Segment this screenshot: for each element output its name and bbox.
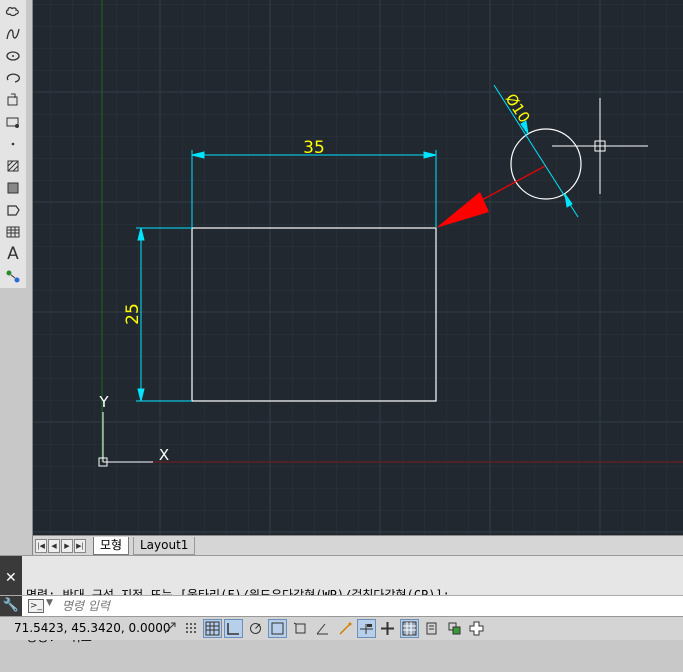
prev-tab-icon[interactable]: ◀ bbox=[48, 539, 60, 553]
first-tab-icon[interactable]: |◀ bbox=[35, 539, 47, 553]
coordinate-readout: 71.5423, 45.3420, 0.0000 bbox=[14, 621, 171, 635]
selection-cycling-icon[interactable] bbox=[445, 619, 464, 638]
transparency-icon[interactable] bbox=[400, 619, 419, 638]
last-tab-icon[interactable]: ▶| bbox=[74, 539, 86, 553]
grid-display-icon[interactable] bbox=[203, 619, 222, 638]
lineweight-icon[interactable] bbox=[378, 619, 397, 638]
insert-block-icon[interactable] bbox=[2, 89, 24, 110]
add-selected-icon[interactable] bbox=[2, 265, 24, 286]
tab-layout1[interactable]: Layout1 bbox=[133, 537, 196, 555]
polar-tracking-icon[interactable] bbox=[246, 619, 265, 638]
gradient-icon[interactable] bbox=[2, 177, 24, 198]
drawing-canvas[interactable]: 35 25 Ø10 Y X bbox=[33, 0, 683, 535]
3d-object-snap-icon[interactable] bbox=[291, 619, 310, 638]
hatch-icon[interactable] bbox=[2, 155, 24, 176]
annotation-monitor-icon[interactable] bbox=[467, 619, 486, 638]
ellipse-arc-icon[interactable] bbox=[2, 67, 24, 88]
snap-mode-icon[interactable] bbox=[182, 619, 201, 638]
command-window-grip[interactable]: ✕ bbox=[0, 556, 22, 596]
quick-properties-icon[interactable] bbox=[422, 619, 441, 638]
command-input-row: 🔧 >_ ▼ bbox=[0, 595, 683, 616]
command-history: ✕ 명령: 반대 구석 지정 또는 [울타리(F)/윈도우다각형(WP)/걸침다… bbox=[0, 555, 683, 644]
chevron-down-icon[interactable]: ▼ bbox=[46, 598, 53, 608]
make-block-icon[interactable] bbox=[2, 111, 24, 132]
ellipse-icon[interactable] bbox=[2, 45, 24, 66]
tab-model[interactable]: 모형 bbox=[93, 537, 130, 555]
command-input[interactable] bbox=[60, 597, 664, 615]
multiline-text-icon[interactable]: A bbox=[2, 243, 24, 264]
layout-tab-bar: |◀ ◀ ▶ ▶| 모형 Layout1 bbox=[33, 535, 683, 556]
ortho-mode-icon[interactable] bbox=[224, 619, 243, 638]
dim-text-25: 25 bbox=[123, 303, 143, 325]
dynamic-input-icon[interactable] bbox=[357, 619, 376, 638]
table-icon[interactable] bbox=[2, 221, 24, 242]
wrench-icon[interactable]: 🔧 bbox=[0, 596, 22, 616]
dim-text-35: 35 bbox=[303, 138, 325, 158]
canvas-left-border bbox=[26, 0, 33, 555]
command-prompt-icon[interactable]: >_ bbox=[28, 599, 44, 613]
toolbar-dock bbox=[0, 288, 26, 555]
close-icon[interactable]: ✕ bbox=[5, 570, 17, 586]
region-icon[interactable] bbox=[2, 199, 24, 220]
object-snap-tracking-icon[interactable] bbox=[313, 619, 332, 638]
revision-cloud-icon[interactable] bbox=[2, 1, 24, 22]
infer-constraints-icon[interactable] bbox=[161, 619, 180, 638]
draw-toolbar: A bbox=[0, 0, 27, 288]
grid bbox=[33, 0, 683, 535]
object-snap-icon[interactable] bbox=[268, 619, 287, 638]
point-icon[interactable] bbox=[2, 133, 24, 154]
status-bar: 71.5423, 45.3420, 0.0000 bbox=[0, 616, 683, 640]
ucs-y-label: Y bbox=[98, 393, 109, 411]
next-tab-icon[interactable]: ▶ bbox=[61, 539, 73, 553]
spline-icon[interactable] bbox=[2, 23, 24, 44]
dynamic-ucs-icon[interactable] bbox=[336, 619, 355, 638]
ucs-x-label: X bbox=[159, 446, 169, 464]
